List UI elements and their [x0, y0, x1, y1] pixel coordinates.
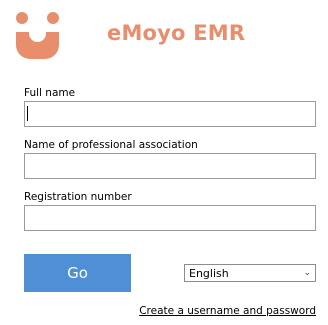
create-account-link[interactable]: Create a username and password [139, 305, 316, 317]
professional-association-label: Name of professional association [24, 139, 198, 151]
language-select-value: English [189, 266, 229, 280]
logo-right-dot [47, 12, 59, 24]
go-button[interactable]: Go [24, 254, 131, 292]
emoyo-logo-icon [13, 12, 63, 60]
full-name-input[interactable] [24, 101, 316, 127]
logo-cup-shape [16, 32, 59, 59]
professional-association-input[interactable] [24, 153, 316, 179]
registration-number-label: Registration number [24, 191, 132, 203]
language-select[interactable]: English ⌄ [184, 264, 316, 282]
logo-left-dot [16, 12, 28, 24]
text-caret [27, 106, 28, 121]
full-name-label: Full name [24, 87, 76, 99]
chevron-down-icon: ⌄ [303, 268, 311, 278]
app-title: eMoyo EMR [107, 21, 246, 45]
registration-number-input[interactable] [24, 205, 316, 231]
